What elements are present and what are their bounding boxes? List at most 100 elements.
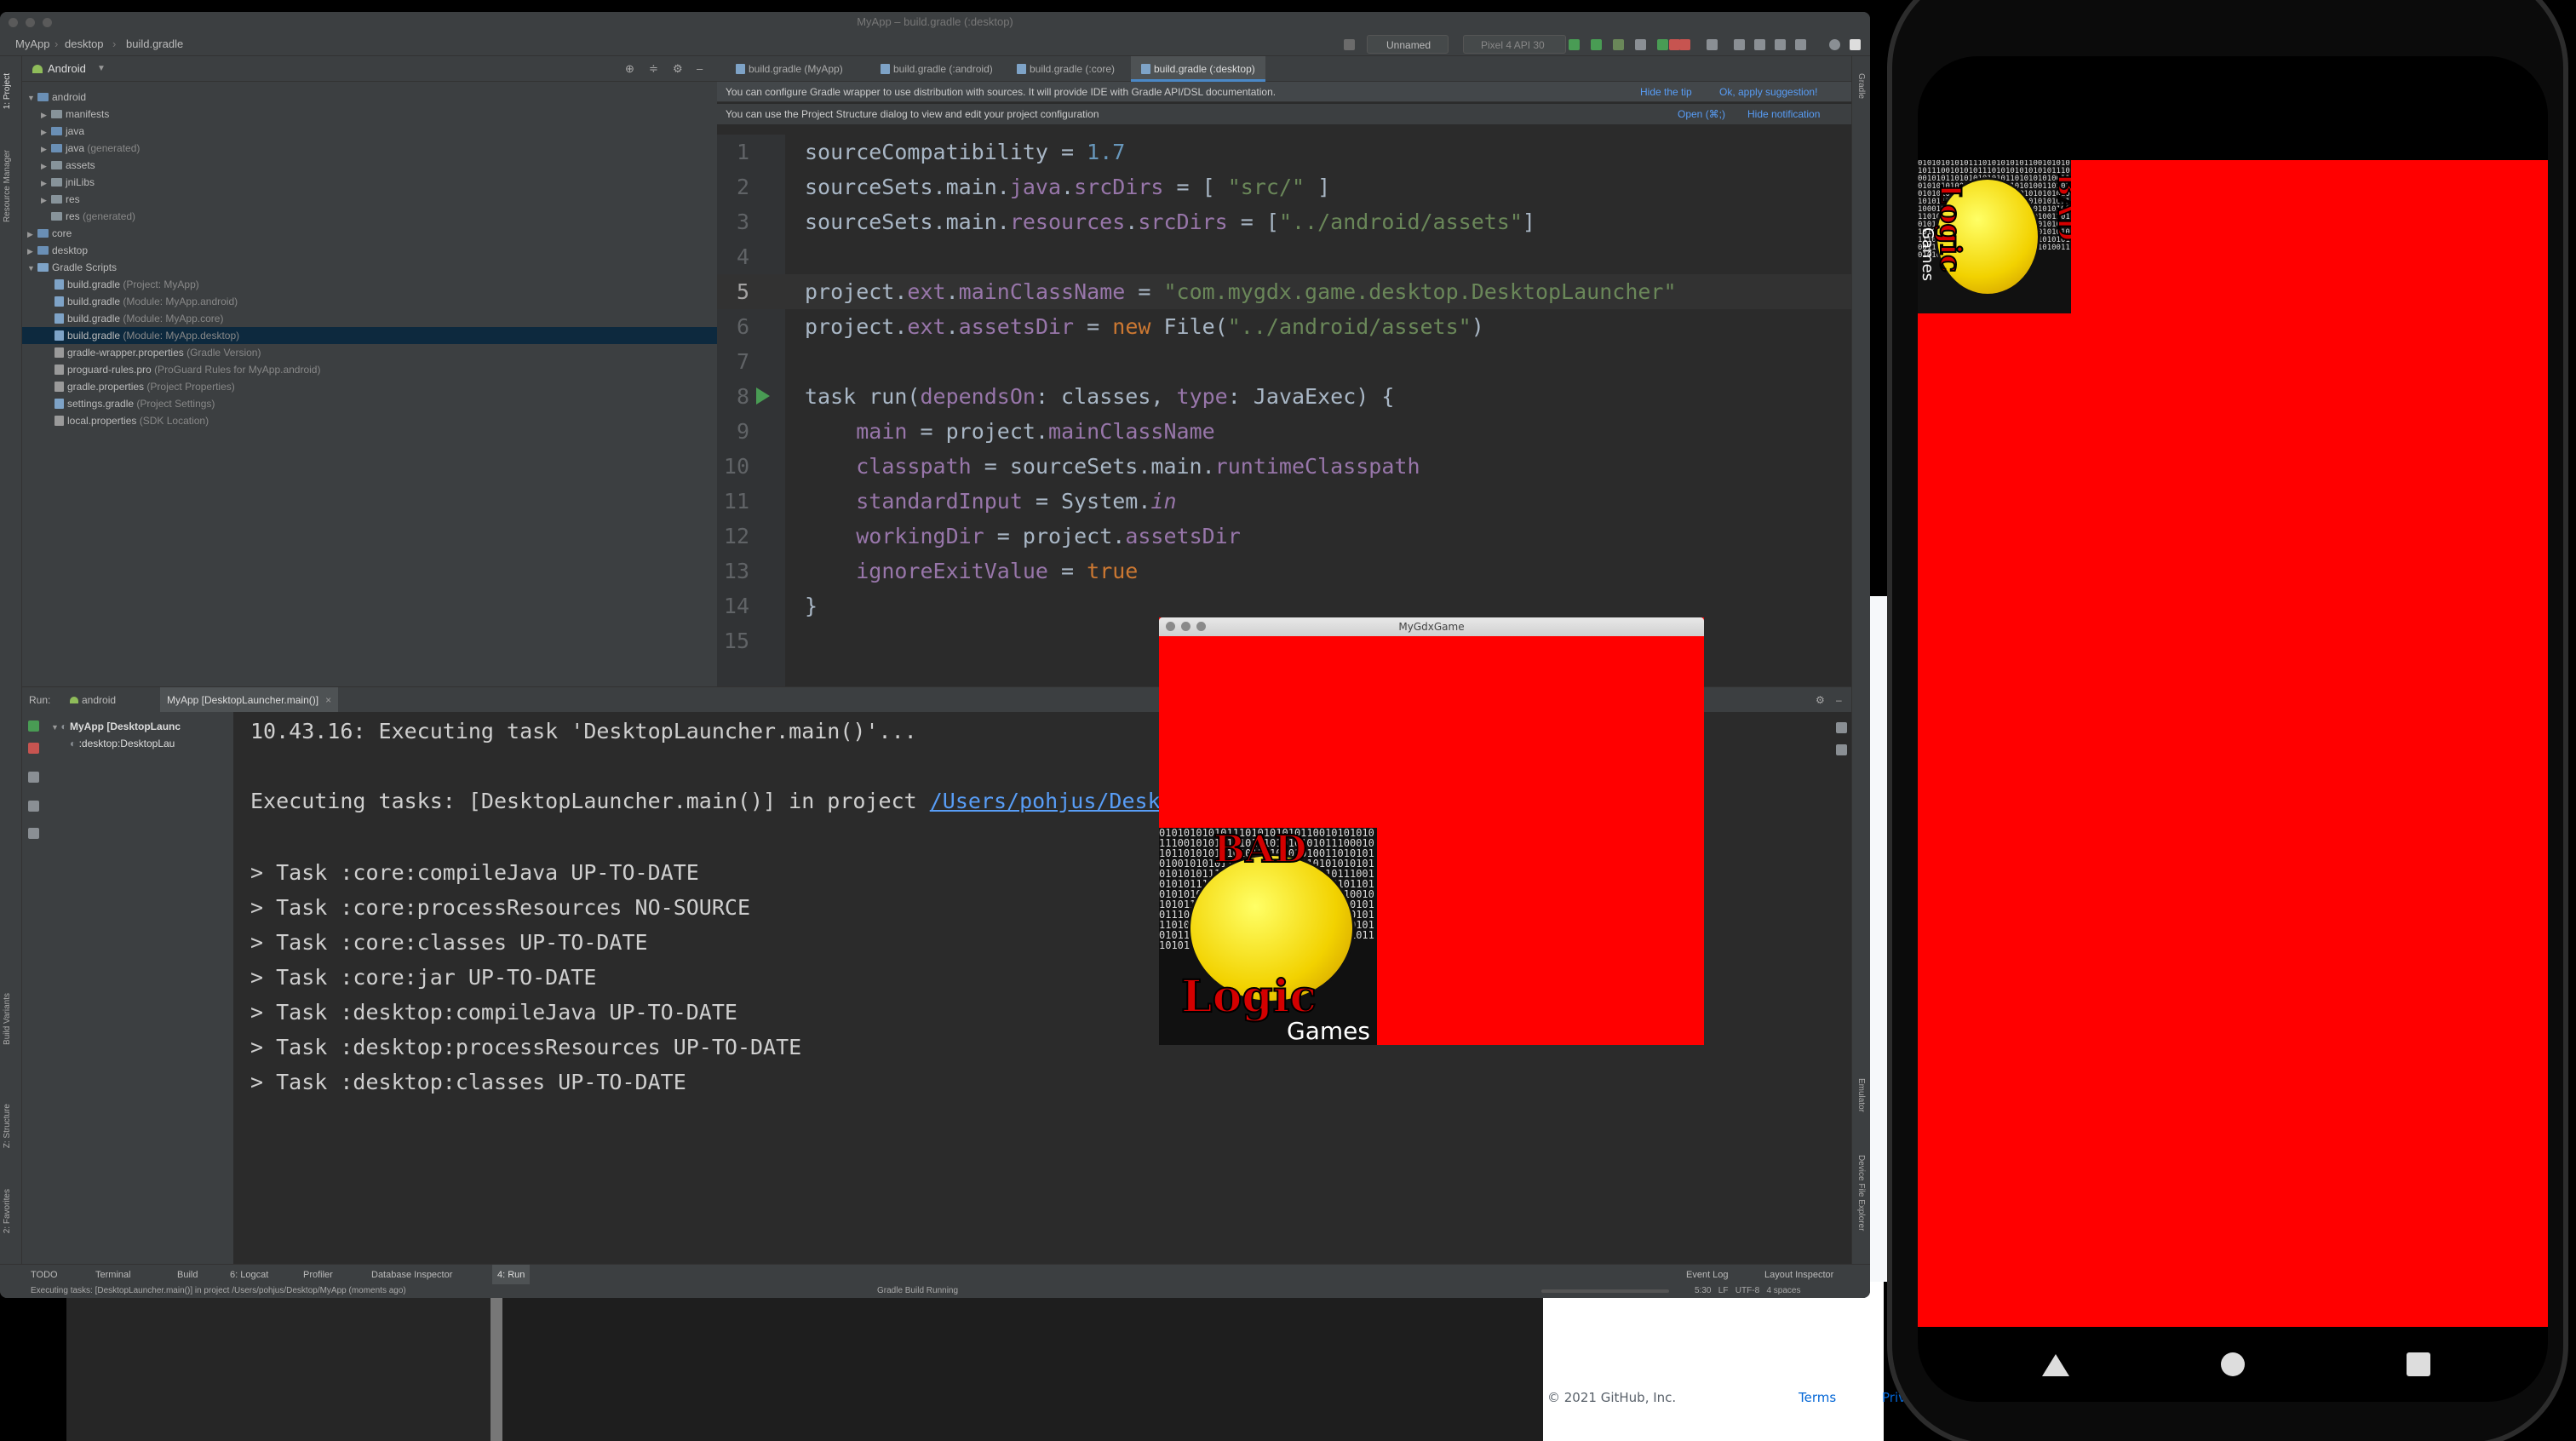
- tab-build-gradle-core[interactable]: build.gradle (:core): [1008, 56, 1123, 82]
- breadcrumb-module[interactable]: desktop: [65, 32, 104, 56]
- settings-icon[interactable]: [1850, 39, 1861, 50]
- tree-item-proguard[interactable]: proguard-rules.pro (ProGuard Rules for M…: [55, 361, 320, 378]
- close-window-button[interactable]: [9, 18, 18, 27]
- background-task-status[interactable]: Gradle Build Running: [877, 1284, 958, 1298]
- tool-build-variants[interactable]: Build Variants: [3, 993, 12, 1045]
- tree-item-android[interactable]: ▼ android: [27, 89, 86, 106]
- device-icon[interactable]: [1795, 39, 1806, 50]
- tree-item-build-gradle-core[interactable]: build.gradle (Module: MyApp.core): [55, 310, 223, 327]
- open-project-structure-link[interactable]: Open (⌘;): [1678, 104, 1725, 124]
- tool-build[interactable]: Build: [177, 1265, 198, 1285]
- tree-item-build-gradle-android[interactable]: build.gradle (Module: MyApp.android): [55, 293, 238, 310]
- tool-logcat[interactable]: 6: Logcat: [230, 1265, 268, 1285]
- tool-todo[interactable]: TODO: [31, 1265, 58, 1285]
- game-surface[interactable]: 0101010101011101010101011001010101011100…: [1918, 160, 2548, 1327]
- tool-device-file-explorer[interactable]: Device File Explorer: [1856, 1155, 1866, 1231]
- tree-item-jnilibs[interactable]: ▶ jniLibs: [41, 174, 95, 191]
- apply-changes-icon[interactable]: [1591, 39, 1602, 50]
- avd-manager-icon[interactable]: [1734, 39, 1745, 50]
- scroll-to-end-icon[interactable]: [1836, 744, 1847, 755]
- close-window-button[interactable]: [1166, 622, 1175, 631]
- breadcrumb-file[interactable]: build.gradle: [126, 32, 183, 56]
- gear-icon[interactable]: ⚙: [1816, 687, 1825, 713]
- tree-item-gradle-scripts[interactable]: ▼ Gradle Scripts: [27, 259, 117, 276]
- run-tab-desktop-launcher[interactable]: MyApp [DesktopLauncher.main()] ×: [160, 687, 339, 713]
- chevron-right-icon[interactable]: ▶: [27, 226, 37, 243]
- tab-build-gradle-myapp[interactable]: build.gradle (MyApp): [727, 56, 852, 82]
- filter-icon[interactable]: [28, 772, 39, 783]
- github-terms-link[interactable]: Terms: [1799, 1390, 1836, 1405]
- tree-item-res-generated[interactable]: res (generated): [41, 208, 135, 225]
- profile-icon[interactable]: [1635, 39, 1646, 50]
- tree-item-settings-gradle[interactable]: settings.gradle (Project Settings): [55, 395, 215, 412]
- tree-item-java[interactable]: ▶ java: [41, 123, 84, 140]
- layout-icon[interactable]: [1775, 39, 1786, 50]
- close-icon[interactable]: ×: [325, 694, 331, 706]
- tree-item-core[interactable]: ▶ core: [27, 225, 72, 242]
- stop-icon[interactable]: [28, 743, 39, 754]
- tree-item-assets[interactable]: ▶ assets: [41, 157, 95, 174]
- chevron-down-icon[interactable]: ▼: [97, 56, 106, 82]
- run-tree-item-myapp[interactable]: ▼ ◐ MyApp [DesktopLaunc: [51, 720, 181, 732]
- run-gutter-icon[interactable]: [756, 388, 770, 405]
- tree-item-gradle-wrapper[interactable]: gradle-wrapper.properties (Gradle Versio…: [55, 344, 261, 361]
- tool-profiler[interactable]: Profiler: [303, 1265, 333, 1285]
- progress-bar[interactable]: [1541, 1289, 1669, 1293]
- back-button[interactable]: [2042, 1354, 2069, 1376]
- tree-item-java-generated[interactable]: ▶ java (generated): [41, 140, 140, 157]
- search-icon[interactable]: [1829, 39, 1840, 50]
- status-message[interactable]: Executing tasks: [DesktopLauncher.main()…: [31, 1284, 406, 1298]
- hide-notification-link[interactable]: Hide notification: [1747, 104, 1820, 124]
- recents-button[interactable]: [2407, 1352, 2430, 1376]
- minimize-window-button[interactable]: [26, 18, 35, 27]
- gear-icon[interactable]: ⚙: [673, 56, 683, 82]
- chevron-down-icon[interactable]: ▼: [27, 89, 37, 106]
- maximize-window-button[interactable]: [1196, 622, 1206, 631]
- chevron-right-icon[interactable]: ▶: [27, 243, 37, 260]
- tree-item-build-gradle-project[interactable]: build.gradle (Project: MyApp): [55, 276, 199, 293]
- home-button[interactable]: [2221, 1352, 2245, 1376]
- tool-database-inspector[interactable]: Database Inspector: [371, 1265, 452, 1285]
- run-config-select[interactable]: Unnamed: [1367, 35, 1449, 54]
- tree-item-local-properties[interactable]: local.properties (SDK Location): [55, 412, 209, 429]
- run-tab-android[interactable]: android: [70, 687, 116, 713]
- debug-icon[interactable]: [1613, 39, 1624, 50]
- attach-debugger-icon[interactable]: [1657, 39, 1668, 50]
- soft-wrap-icon[interactable]: [1836, 722, 1847, 733]
- tree-item-gradle-properties[interactable]: gradle.properties (Project Properties): [55, 378, 235, 395]
- tool-resource-manager[interactable]: Resource Manager: [3, 150, 12, 222]
- editor-position-info[interactable]: 5:30 LF UTF-8 4 spaces: [1695, 1284, 1801, 1298]
- tool-structure[interactable]: Z: Structure: [3, 1104, 12, 1148]
- chevron-right-icon[interactable]: ▶: [41, 158, 51, 175]
- device-select[interactable]: Pixel 4 API 30: [1463, 35, 1566, 54]
- project-view-select[interactable]: Android: [48, 56, 86, 82]
- tool-run[interactable]: 4: Run: [492, 1265, 531, 1285]
- tool-emulator[interactable]: Emulator: [1856, 1078, 1866, 1112]
- tool-project[interactable]: 1: Project: [3, 73, 12, 109]
- sync-icon[interactable]: [1707, 39, 1718, 50]
- tool-layout-inspector[interactable]: Layout Inspector: [1764, 1265, 1833, 1285]
- hide-panel-icon[interactable]: –: [697, 56, 703, 82]
- run-tree-item-desktop[interactable]: ◐ :desktop:DesktopLau: [70, 738, 175, 749]
- apply-suggestion-link[interactable]: Ok, apply suggestion!: [1719, 82, 1817, 102]
- chevron-right-icon[interactable]: ▶: [41, 141, 51, 158]
- tool-terminal[interactable]: Terminal: [95, 1265, 131, 1285]
- minimize-window-button[interactable]: [1181, 622, 1190, 631]
- chevron-right-icon[interactable]: ▶: [41, 106, 51, 123]
- hammer-icon[interactable]: [1344, 39, 1355, 50]
- run-icon[interactable]: [1569, 39, 1580, 50]
- locate-icon[interactable]: ⊕: [625, 56, 634, 82]
- pin-icon[interactable]: [28, 828, 39, 839]
- tab-build-gradle-android[interactable]: build.gradle (:android): [872, 56, 1001, 82]
- breadcrumb-project[interactable]: MyApp: [15, 32, 49, 56]
- chevron-right-icon[interactable]: ▶: [41, 175, 51, 192]
- hide-tip-link[interactable]: Hide the tip: [1640, 82, 1692, 102]
- tool-event-log[interactable]: Event Log: [1686, 1265, 1729, 1285]
- collapse-icon[interactable]: ≑: [649, 56, 658, 82]
- tree-item-manifests[interactable]: ▶ manifests: [41, 106, 109, 123]
- chevron-right-icon[interactable]: ▶: [41, 192, 51, 209]
- tree-item-res[interactable]: ▶ res: [41, 191, 80, 208]
- tree-item-desktop[interactable]: ▶ desktop: [27, 242, 88, 259]
- chevron-right-icon[interactable]: ▶: [41, 123, 51, 141]
- layout-icon[interactable]: [28, 801, 39, 812]
